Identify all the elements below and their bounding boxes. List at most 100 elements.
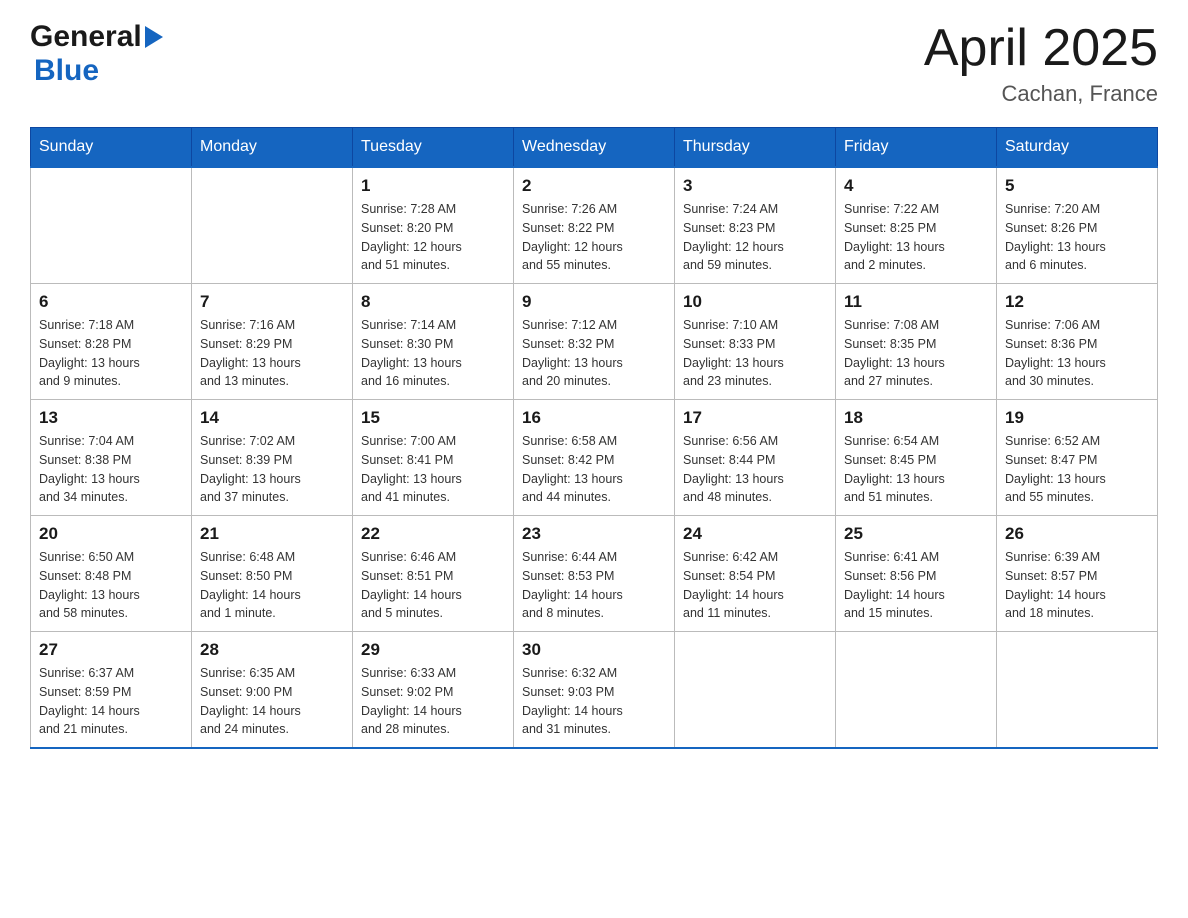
day-info: Sunrise: 6:52 AM Sunset: 8:47 PM Dayligh…	[1005, 432, 1149, 507]
day-number: 23	[522, 524, 666, 544]
day-number: 28	[200, 640, 344, 660]
day-info: Sunrise: 7:16 AM Sunset: 8:29 PM Dayligh…	[200, 316, 344, 391]
logo-blue-text: Blue	[34, 54, 99, 87]
calendar-week-row: 20 Sunrise: 6:50 AM Sunset: 8:48 PM Dayli…	[31, 516, 1158, 632]
day-header-friday: Friday	[836, 128, 997, 168]
day-number: 4	[844, 176, 988, 196]
logo-general-text: General	[30, 20, 142, 54]
day-number: 24	[683, 524, 827, 544]
calendar-cell: 18Sunrise: 6:54 AM Sunset: 8:45 PM Dayli…	[836, 400, 997, 516]
day-info: Sunrise: 7:22 AM Sunset: 8:25 PM Dayligh…	[844, 200, 988, 275]
day-info: Sunrise: 6:41 AM Sunset: 8:56 PM Dayligh…	[844, 548, 988, 623]
day-number: 3	[683, 176, 827, 196]
calendar-cell: 10 Sunrise: 7:10 AM Sunset: 8:33 PM Dayli…	[675, 284, 836, 400]
calendar-cell: 29 Sunrise: 6:33 AM Sunset: 9:02 PM Dayli…	[353, 632, 514, 749]
calendar-cell: 22 Sunrise: 6:46 AM Sunset: 8:51 PM Dayli…	[353, 516, 514, 632]
day-info: Sunrise: 6:39 AM Sunset: 8:57 PM Dayligh…	[1005, 548, 1149, 623]
calendar-cell: 23Sunrise: 6:44 AM Sunset: 8:53 PM Dayli…	[514, 516, 675, 632]
day-header-saturday: Saturday	[997, 128, 1158, 168]
day-info: Sunrise: 7:08 AM Sunset: 8:35 PM Dayligh…	[844, 316, 988, 391]
calendar-cell: 26 Sunrise: 6:39 AM Sunset: 8:57 PM Dayli…	[997, 516, 1158, 632]
day-header-thursday: Thursday	[675, 128, 836, 168]
calendar-week-row: 1 Sunrise: 7:28 AM Sunset: 8:20 PM Daylig…	[31, 167, 1158, 284]
day-number: 21	[200, 524, 344, 544]
calendar-cell: 19 Sunrise: 6:52 AM Sunset: 8:47 PM Dayli…	[997, 400, 1158, 516]
calendar-cell: 20 Sunrise: 6:50 AM Sunset: 8:48 PM Dayli…	[31, 516, 192, 632]
day-number: 12	[1005, 292, 1149, 312]
day-info: Sunrise: 6:50 AM Sunset: 8:48 PM Dayligh…	[39, 548, 183, 623]
logo: General Blue	[30, 20, 163, 88]
calendar-cell: 8Sunrise: 7:14 AM Sunset: 8:30 PM Daylig…	[353, 284, 514, 400]
day-number: 13	[39, 408, 183, 428]
day-number: 30	[522, 640, 666, 660]
day-info: Sunrise: 7:00 AM Sunset: 8:41 PM Dayligh…	[361, 432, 505, 507]
day-info: Sunrise: 6:37 AM Sunset: 8:59 PM Dayligh…	[39, 664, 183, 739]
day-header-wednesday: Wednesday	[514, 128, 675, 168]
day-info: Sunrise: 7:06 AM Sunset: 8:36 PM Dayligh…	[1005, 316, 1149, 391]
day-header-monday: Monday	[192, 128, 353, 168]
calendar-cell	[675, 632, 836, 749]
day-number: 11	[844, 292, 988, 312]
calendar-week-row: 13 Sunrise: 7:04 AM Sunset: 8:38 PM Dayli…	[31, 400, 1158, 516]
calendar-week-row: 6Sunrise: 7:18 AM Sunset: 8:28 PM Daylig…	[31, 284, 1158, 400]
day-info: Sunrise: 7:20 AM Sunset: 8:26 PM Dayligh…	[1005, 200, 1149, 275]
day-info: Sunrise: 7:24 AM Sunset: 8:23 PM Dayligh…	[683, 200, 827, 275]
day-info: Sunrise: 7:10 AM Sunset: 8:33 PM Dayligh…	[683, 316, 827, 391]
calendar-cell: 28 Sunrise: 6:35 AM Sunset: 9:00 PM Dayli…	[192, 632, 353, 749]
day-header-tuesday: Tuesday	[353, 128, 514, 168]
day-info: Sunrise: 7:28 AM Sunset: 8:20 PM Dayligh…	[361, 200, 505, 275]
day-info: Sunrise: 6:35 AM Sunset: 9:00 PM Dayligh…	[200, 664, 344, 739]
calendar-location: Cachan, France	[924, 81, 1158, 107]
calendar-cell: 12 Sunrise: 7:06 AM Sunset: 8:36 PM Dayli…	[997, 284, 1158, 400]
day-info: Sunrise: 6:42 AM Sunset: 8:54 PM Dayligh…	[683, 548, 827, 623]
calendar-cell	[31, 167, 192, 284]
day-number: 10	[683, 292, 827, 312]
day-number: 16	[522, 408, 666, 428]
calendar-cell: 3 Sunrise: 7:24 AM Sunset: 8:23 PM Daylig…	[675, 167, 836, 284]
calendar-cell: 13 Sunrise: 7:04 AM Sunset: 8:38 PM Dayli…	[31, 400, 192, 516]
day-number: 26	[1005, 524, 1149, 544]
day-info: Sunrise: 6:48 AM Sunset: 8:50 PM Dayligh…	[200, 548, 344, 623]
calendar-table: SundayMondayTuesdayWednesdayThursdayFrid…	[30, 127, 1158, 749]
day-number: 9	[522, 292, 666, 312]
day-info: Sunrise: 6:33 AM Sunset: 9:02 PM Dayligh…	[361, 664, 505, 739]
day-number: 22	[361, 524, 505, 544]
day-number: 27	[39, 640, 183, 660]
day-info: Sunrise: 6:56 AM Sunset: 8:44 PM Dayligh…	[683, 432, 827, 507]
day-number: 5	[1005, 176, 1149, 196]
calendar-cell: 14Sunrise: 7:02 AM Sunset: 8:39 PM Dayli…	[192, 400, 353, 516]
calendar-cell: 27 Sunrise: 6:37 AM Sunset: 8:59 PM Dayli…	[31, 632, 192, 749]
day-info: Sunrise: 6:46 AM Sunset: 8:51 PM Dayligh…	[361, 548, 505, 623]
calendar-cell: 30Sunrise: 6:32 AM Sunset: 9:03 PM Dayli…	[514, 632, 675, 749]
day-number: 25	[844, 524, 988, 544]
day-number: 2	[522, 176, 666, 196]
calendar-cell	[192, 167, 353, 284]
day-number: 1	[361, 176, 505, 196]
calendar-cell: 16Sunrise: 6:58 AM Sunset: 8:42 PM Dayli…	[514, 400, 675, 516]
day-number: 29	[361, 640, 505, 660]
day-number: 6	[39, 292, 183, 312]
calendar-cell: 25 Sunrise: 6:41 AM Sunset: 8:56 PM Dayli…	[836, 516, 997, 632]
day-info: Sunrise: 7:12 AM Sunset: 8:32 PM Dayligh…	[522, 316, 666, 391]
day-info: Sunrise: 7:14 AM Sunset: 8:30 PM Dayligh…	[361, 316, 505, 391]
calendar-cell: 11 Sunrise: 7:08 AM Sunset: 8:35 PM Dayli…	[836, 284, 997, 400]
day-number: 7	[200, 292, 344, 312]
calendar-cell: 21 Sunrise: 6:48 AM Sunset: 8:50 PM Dayli…	[192, 516, 353, 632]
calendar-cell: 24 Sunrise: 6:42 AM Sunset: 8:54 PM Dayli…	[675, 516, 836, 632]
title-section: April 2025 Cachan, France	[924, 20, 1158, 107]
day-info: Sunrise: 7:04 AM Sunset: 8:38 PM Dayligh…	[39, 432, 183, 507]
day-info: Sunrise: 7:02 AM Sunset: 8:39 PM Dayligh…	[200, 432, 344, 507]
calendar-cell: 17Sunrise: 6:56 AM Sunset: 8:44 PM Dayli…	[675, 400, 836, 516]
calendar-header-row: SundayMondayTuesdayWednesdayThursdayFrid…	[31, 128, 1158, 168]
calendar-cell: 7 Sunrise: 7:16 AM Sunset: 8:29 PM Daylig…	[192, 284, 353, 400]
calendar-cell	[997, 632, 1158, 749]
calendar-cell: 6Sunrise: 7:18 AM Sunset: 8:28 PM Daylig…	[31, 284, 192, 400]
day-number: 19	[1005, 408, 1149, 428]
day-info: Sunrise: 7:26 AM Sunset: 8:22 PM Dayligh…	[522, 200, 666, 275]
day-number: 20	[39, 524, 183, 544]
calendar-title: April 2025	[924, 20, 1158, 77]
day-number: 15	[361, 408, 505, 428]
day-info: Sunrise: 6:54 AM Sunset: 8:45 PM Dayligh…	[844, 432, 988, 507]
calendar-cell: 15 Sunrise: 7:00 AM Sunset: 8:41 PM Dayli…	[353, 400, 514, 516]
calendar-cell: 5 Sunrise: 7:20 AM Sunset: 8:26 PM Daylig…	[997, 167, 1158, 284]
